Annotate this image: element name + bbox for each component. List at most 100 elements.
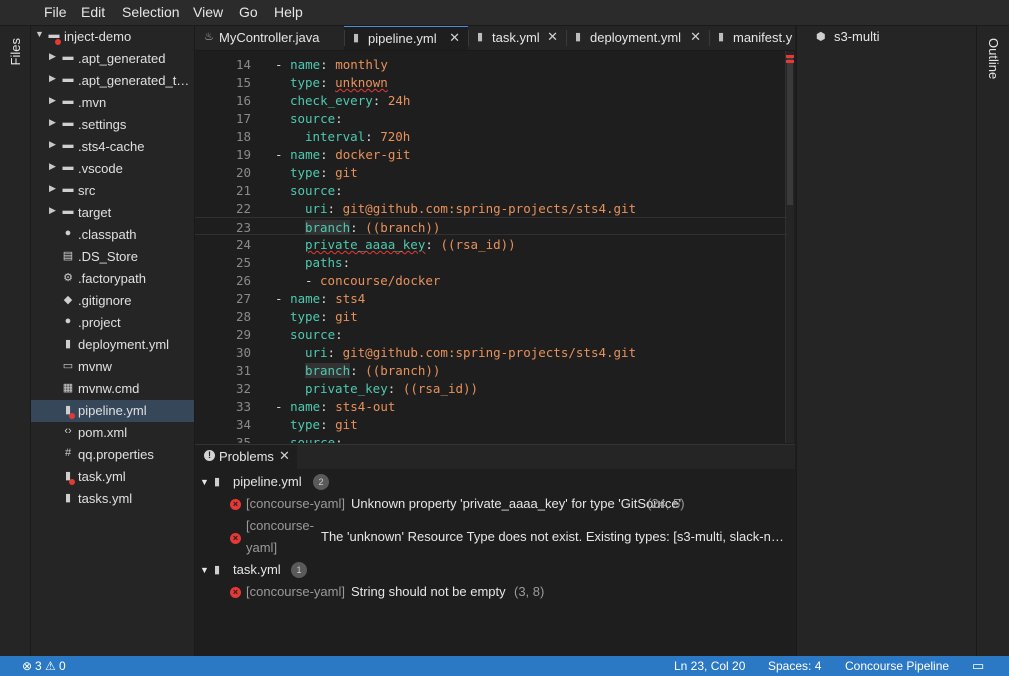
close-icon[interactable]: ✕ [690, 29, 701, 45]
tree-item[interactable]: ▶ ▬ src [31, 180, 194, 202]
code-line[interactable]: 35 source: [195, 433, 787, 443]
tab-pipeline-yml[interactable]: ▮ pipeline.yml ✕ [344, 26, 468, 50]
tree-item-label: .factorypath [78, 271, 146, 286]
files-panel-toggle[interactable]: Files [8, 38, 23, 65]
code-line[interactable]: 18 interval: 720h [195, 127, 787, 145]
chevron-right-icon[interactable]: ▶ [49, 51, 56, 62]
scrollbar-thumb[interactable] [787, 55, 793, 205]
code-line[interactable]: 20 type: git [195, 163, 787, 181]
code-line[interactable]: 24 private_aaaa_key: ((rsa_id)) [195, 235, 787, 253]
yaml-key: check_every [289, 93, 373, 108]
warning-count[interactable]: 0 [59, 659, 66, 673]
code-line[interactable]: 27 - name: sts4 [195, 289, 787, 307]
tree-item[interactable]: ▭ mvnw [31, 356, 194, 378]
yaml-value: ((rsa_id)) [402, 381, 479, 396]
tree-item[interactable]: ▮ deployment.yml [31, 334, 194, 356]
tree-item[interactable]: ● .classpath [31, 224, 194, 246]
chevron-down-icon[interactable]: ▼ [200, 565, 209, 575]
close-icon[interactable]: ✕ [547, 29, 558, 45]
line-number: 14 [235, 57, 251, 72]
yaml-key: branch [304, 220, 351, 235]
menu-go[interactable]: Go [239, 4, 258, 20]
code-line[interactable]: 30 uri: git@github.com:spring-projects/st… [195, 343, 787, 361]
diamond-file-icon: ◆ [63, 294, 73, 306]
tab-deployment-yml[interactable]: ▮ deployment.yml ✕ [566, 26, 709, 50]
tree-item[interactable]: ▶ ▬ .mvn [31, 92, 194, 114]
code-line[interactable]: 21 source: [195, 181, 787, 199]
tree-item[interactable]: ▮ pipeline.yml [31, 400, 194, 422]
yaml-key: type [289, 417, 321, 432]
outline-panel-toggle[interactable]: Outline [986, 38, 1001, 79]
chevron-right-icon[interactable]: ▶ [49, 161, 56, 172]
feedback-icon[interactable]: ▭ [972, 658, 984, 674]
tree-item[interactable]: ▶ ▬ .vscode [31, 158, 194, 180]
yaml-value: ((branch)) [365, 220, 441, 235]
tree-item-label: .project [78, 315, 121, 330]
tree-item[interactable]: ‹› pom.xml [31, 422, 194, 444]
chevron-right-icon[interactable]: ▶ [49, 73, 56, 84]
tree-item[interactable]: ▮ tasks.yml [31, 488, 194, 510]
menu-edit[interactable]: Edit [81, 4, 105, 20]
menu-help[interactable]: Help [274, 4, 303, 20]
code-line[interactable]: 28 type: git [195, 307, 787, 325]
tree-item[interactable]: ▶ ▬ .settings [31, 114, 194, 136]
indentation[interactable]: Spaces: 4 [768, 659, 821, 673]
warning-icon[interactable]: ⚠ [45, 659, 56, 673]
close-icon[interactable]: ✕ [449, 30, 460, 46]
tab-task-yml[interactable]: ▮ task.yml ✕ [468, 26, 566, 50]
menu-selection[interactable]: Selection [122, 4, 180, 20]
code-line[interactable]: 31 branch: ((branch)) [195, 361, 787, 379]
code-editor[interactable]: 14 - name: monthly 15 type: unknown 16 check_… [195, 51, 795, 443]
error-count-icon[interactable]: ⊗ [22, 659, 32, 673]
line-number: 32 [235, 381, 251, 396]
code-line[interactable]: 34 type: git [195, 415, 787, 433]
chevron-down-icon[interactable]: ▼ [35, 29, 44, 39]
yaml-file-icon: ▮ [214, 564, 221, 576]
outline-item[interactable]: s3-multi [834, 29, 880, 44]
chevron-right-icon[interactable]: ▶ [49, 205, 56, 216]
close-icon[interactable]: ✕ [279, 448, 290, 464]
error-count[interactable]: 3 [35, 659, 42, 673]
tree-item[interactable]: ▶ ▬ .apt_generated_t… [31, 70, 194, 92]
code-line[interactable]: 14 - name: monthly [195, 55, 787, 73]
colon: : [335, 327, 351, 342]
tree-item[interactable]: ▦ mvnw.cmd [31, 378, 194, 400]
cursor-position[interactable]: Ln 23, Col 20 [674, 659, 745, 673]
code-line[interactable]: 25 paths: [195, 253, 787, 271]
chevron-right-icon[interactable]: ▶ [49, 139, 56, 150]
code-line[interactable]: 17 source: [195, 109, 787, 127]
menu-view[interactable]: View [193, 4, 223, 20]
tab-mycontroller-java[interactable]: ♨ MyController.java [195, 26, 344, 50]
tab-problems[interactable]: ! Problems ✕ [195, 445, 297, 469]
tree-item[interactable]: ● .project [31, 312, 194, 334]
code-line[interactable]: 22 uri: git@github.com:spring-projects/st… [195, 199, 787, 217]
chevron-right-icon[interactable]: ▶ [49, 183, 56, 194]
tree-item[interactable]: ▶ ▬ .apt_generated [31, 48, 194, 70]
tree-item[interactable]: ◆ .gitignore [31, 290, 194, 312]
chevron-down-icon[interactable]: ▼ [200, 477, 209, 487]
code-line[interactable]: 19 - name: docker-git [195, 145, 787, 163]
tree-item[interactable]: # qq.properties [31, 444, 194, 466]
tree-item[interactable]: ▮ task.yml [31, 466, 194, 488]
tree-item[interactable]: ▼ ▬ inject-demo [31, 26, 194, 48]
tree-item[interactable]: ▤ .DS_Store [31, 246, 194, 268]
tree-item[interactable]: ▶ ▬ .sts4-cache [31, 136, 194, 158]
code-line[interactable]: 15 type: unknown [195, 73, 787, 91]
code-line[interactable]: 33 - name: sts4-out [195, 397, 787, 415]
chevron-right-icon[interactable]: ▶ [49, 95, 56, 106]
folder-icon: ▬ [62, 95, 74, 107]
tree-item[interactable]: ⚙ .factorypath [31, 268, 194, 290]
code-text: type: git [290, 165, 358, 180]
tab-manifest-y[interactable]: ▮ manifest.y [709, 26, 795, 50]
tree-item[interactable]: ▶ ▬ target [31, 202, 194, 224]
chevron-right-icon[interactable]: ▶ [49, 117, 56, 128]
code-line[interactable]: 23 branch: ((branch)) [195, 217, 787, 235]
language-mode[interactable]: Concourse Pipeline [845, 659, 949, 673]
code-line[interactable]: 29 source: [195, 325, 787, 343]
menu-file[interactable]: File [44, 4, 67, 20]
code-line[interactable]: 26 - concourse/docker [195, 271, 787, 289]
code-line[interactable]: 32 private_key: ((rsa_id)) [195, 379, 787, 397]
code-line[interactable]: 16 check_every: 24h [195, 91, 787, 109]
problem-message: The 'unknown' Resource Type does not exi… [321, 529, 784, 544]
colon: : [372, 93, 388, 108]
